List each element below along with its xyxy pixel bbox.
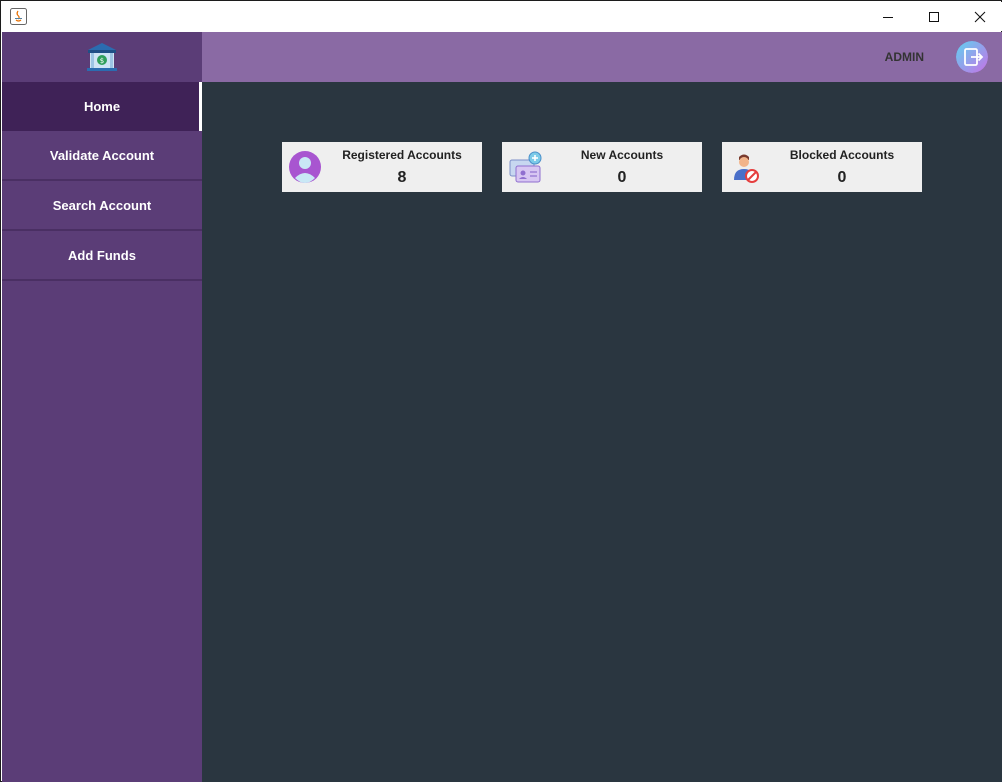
stat-card-title: New Accounts <box>580 148 664 162</box>
sidebar-item-label: Home <box>83 99 121 114</box>
dashboard-content: Registered Accounts 8 New Accounts 0 Blo… <box>202 82 1002 782</box>
new-accounts-icon <box>509 151 542 183</box>
sidebar-item-home[interactable]: Home <box>2 82 202 131</box>
sidebar-logo: $ <box>2 32 202 82</box>
stat-card-value: 0 <box>617 169 627 186</box>
app-window: $ Home Validate Account Search Account A… <box>0 0 1002 782</box>
stat-card-title: Blocked Accounts <box>789 148 895 162</box>
sidebar-item-label: Search Account <box>52 198 152 213</box>
user-avatar-icon <box>289 151 321 183</box>
stat-card-value: 8 <box>397 169 407 186</box>
minimize-icon <box>883 16 893 18</box>
stat-card-blocked-accounts: Blocked Accounts 0 <box>722 142 922 192</box>
stat-card-value: 0 <box>837 169 847 186</box>
minimize-button[interactable] <box>865 2 911 31</box>
bank-icon: $ <box>87 43 117 71</box>
logout-icon[interactable] <box>956 41 988 73</box>
sidebar-item-add-funds[interactable]: Add Funds <box>2 232 202 281</box>
stat-card-title: Registered Accounts <box>342 148 462 162</box>
sidebar: $ Home Validate Account Search Account A… <box>2 32 202 782</box>
stat-card-new-accounts: New Accounts 0 <box>502 142 702 192</box>
close-button[interactable] <box>957 2 1002 31</box>
java-app-icon <box>10 8 27 25</box>
maximize-icon <box>929 11 939 22</box>
title-bar[interactable] <box>2 2 1002 31</box>
close-icon <box>974 11 986 22</box>
sidebar-item-label: Add Funds <box>68 248 136 263</box>
stat-card-registered-accounts: Registered Accounts 8 <box>282 142 482 192</box>
sidebar-item-search-account[interactable]: Search Account <box>2 182 202 231</box>
maximize-button[interactable] <box>911 2 957 31</box>
current-user-label: ADMIN <box>884 50 924 64</box>
header: ADMIN <box>202 32 1002 82</box>
sidebar-item-validate-account[interactable]: Validate Account <box>2 132 202 181</box>
svg-text:$: $ <box>100 57 104 65</box>
sidebar-item-label: Validate Account <box>49 148 155 163</box>
blocked-user-icon <box>734 154 759 183</box>
